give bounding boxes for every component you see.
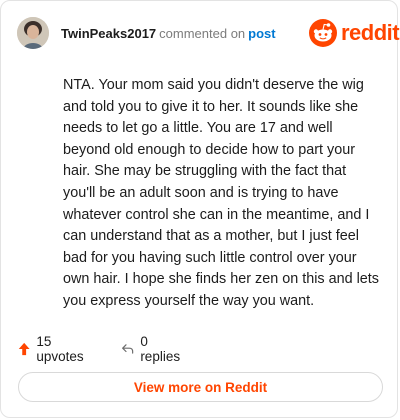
reply-label: 0 replies — [140, 334, 181, 364]
reddit-logo-icon — [309, 19, 337, 47]
upvote-label: 15 upvotes — [36, 334, 84, 364]
username-link[interactable]: TwinPeaks2017 — [61, 26, 156, 41]
view-more-button[interactable]: View more on Reddit — [18, 372, 383, 402]
action-text: commented on — [159, 26, 246, 41]
post-link[interactable]: post — [248, 26, 275, 41]
reddit-logo[interactable]: reddit — [309, 19, 400, 49]
embedded-comment-card: TwinPeaks2017 commented on post reddit NTA… — [0, 0, 400, 418]
reply-count[interactable]: 0 replies — [121, 334, 183, 364]
comment-body: NTA. Your mom said you didn't deserve th… — [63, 77, 379, 309]
comment-header: TwinPeaks2017 commented on post reddit — [17, 16, 400, 52]
reddit-wordmark: reddit — [341, 20, 400, 45]
upvote-count[interactable]: 15 upvotes — [18, 334, 87, 364]
user-avatar[interactable] — [17, 17, 49, 49]
upvote-arrow-icon — [18, 342, 30, 356]
comment-meta: TwinPeaks2017 commented on post — [61, 26, 276, 41]
reply-arrow-icon — [122, 344, 134, 354]
